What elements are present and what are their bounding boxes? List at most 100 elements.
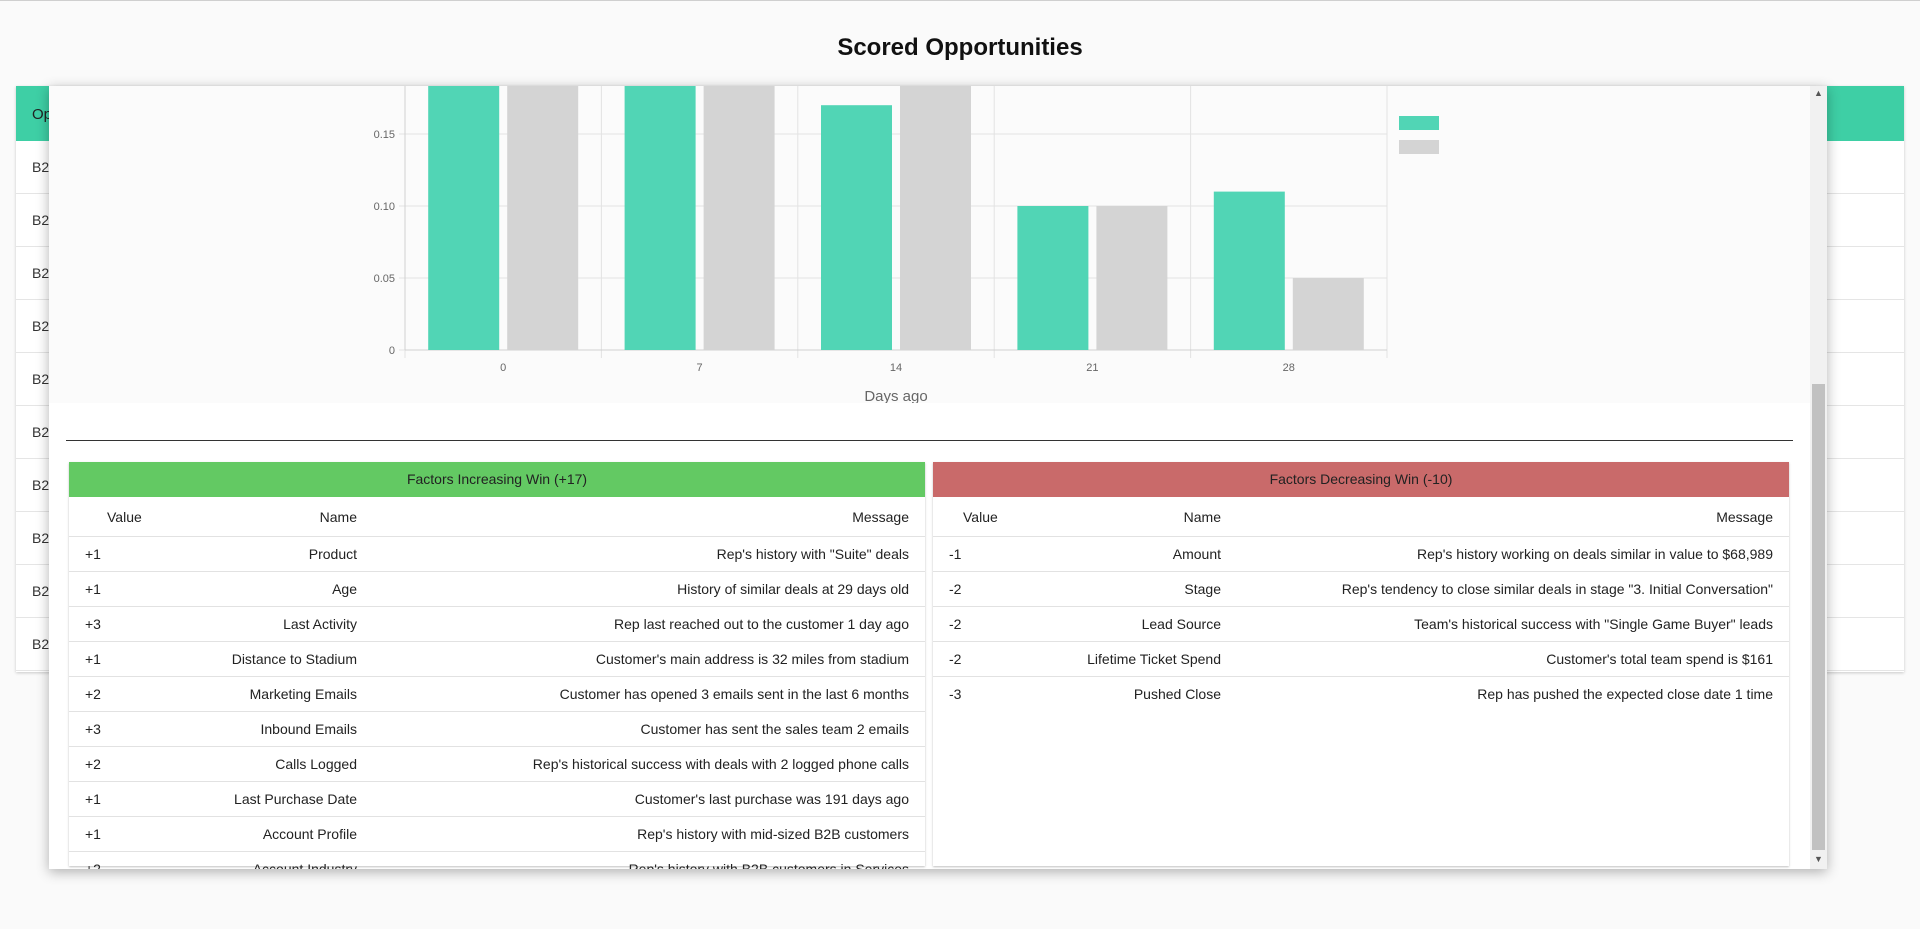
table-row: -2 Lead Source Team's historical success w… xyxy=(933,606,1789,642)
y-tick-label: 0 xyxy=(389,345,395,357)
column-header-value: Value xyxy=(963,508,998,525)
factors-increasing-table: Value Name Message +1 Product Rep's histor… xyxy=(69,497,925,869)
top-border xyxy=(0,0,1920,1)
x-axis-title: Days ago xyxy=(864,388,927,403)
opportunity-name: B2 xyxy=(32,371,50,387)
factor-value: -3 xyxy=(933,676,1010,711)
scroll-down-arrow-icon[interactable]: ▼ xyxy=(1814,854,1823,864)
opportunity-name: B2 xyxy=(32,318,50,334)
factor-value: -2 xyxy=(933,606,1010,642)
factor-name: Age xyxy=(146,571,358,607)
chart-bar xyxy=(703,86,775,350)
factor-name: Stage xyxy=(1010,571,1222,607)
chart-bar xyxy=(1213,191,1285,350)
factors-increasing-panel: Factors Increasing Win (+17) Value Name … xyxy=(69,462,925,869)
table-row: +1 Product Rep's history with "Suite" deal… xyxy=(69,536,925,572)
factors-decreasing-table: Value Name Message -1 Amount Rep's history… xyxy=(933,497,1789,711)
opportunity-name: B2 xyxy=(32,477,50,493)
factor-message: Team's historical success with "Single G… xyxy=(1222,606,1789,642)
table-row: -1 Amount Rep's history working on deals s… xyxy=(933,536,1789,572)
opportunity-name: B2 xyxy=(32,583,50,599)
x-tick-label: 21 xyxy=(1086,362,1098,374)
chart-bar xyxy=(428,86,500,350)
legend-swatch-series-1 xyxy=(1399,116,1439,130)
chart-bar xyxy=(900,86,971,350)
factor-message: Rep's history with "Suite" deals xyxy=(358,536,925,572)
factor-value: +1 xyxy=(69,641,146,677)
table-row: +1 Distance to Stadium Customer's main add… xyxy=(69,641,925,677)
opportunity-name: B2 xyxy=(32,636,50,652)
chart-bar xyxy=(1096,206,1168,350)
table-row: +1 Last Purchase Date Customer's last purc… xyxy=(69,781,925,817)
x-tick-label: 0 xyxy=(500,362,506,374)
win-probability-chart: 0 0.05 0.10 0.15 0 7 14 21 28 Days ago xyxy=(49,86,1810,403)
chart-bar xyxy=(624,86,696,350)
modal-scrollbar[interactable]: ▲ ▼ xyxy=(1810,86,1827,869)
table-row: +2 Calls Logged Rep's historical success w… xyxy=(69,746,925,782)
opportunity-name: B2 xyxy=(32,159,50,175)
factor-value: -1 xyxy=(933,536,1010,572)
column-header-value: Value xyxy=(107,508,142,525)
factor-value: +2 xyxy=(69,746,146,782)
table-row: -2 Stage Rep's tendency to close similar d… xyxy=(933,571,1789,607)
opportunity-name: B2 xyxy=(32,424,50,440)
table-row: -3 Pushed Close Rep has pushed the expecte… xyxy=(933,676,1789,711)
opportunity-name: B2 xyxy=(32,212,50,228)
chart-svg: 0 0.05 0.10 0.15 0 7 14 21 28 Days ago xyxy=(374,86,1388,403)
opportunity-name: B2 xyxy=(32,265,50,281)
chart-bar xyxy=(1017,206,1089,350)
column-header-message: Message xyxy=(1716,508,1773,525)
factor-name: Pushed Close xyxy=(1010,676,1222,711)
table-row: +2 Marketing Emails Customer has opened 3 … xyxy=(69,676,925,712)
table-row: +1 Account Profile Rep's history with mid-… xyxy=(69,816,925,852)
factor-message: Customer's last purchase was 191 days ag… xyxy=(358,781,925,817)
factor-value: +3 xyxy=(69,606,146,642)
factor-message: Rep's history with mid-sized B2B custome… xyxy=(358,816,925,852)
factor-message: Customer has opened 3 emails sent in the… xyxy=(358,676,925,712)
column-header-name: Name xyxy=(1183,508,1221,525)
table-row: -2 Lifetime Ticket Spend Customer's total … xyxy=(933,641,1789,677)
y-tick-label: 0.05 xyxy=(374,273,395,285)
table-row: +3 Inbound Emails Customer has sent the sa… xyxy=(69,711,925,747)
factor-name: Calls Logged xyxy=(146,746,358,782)
chart-bar xyxy=(1292,278,1364,350)
table-row: +1 Age History of similar deals at 29 days… xyxy=(69,571,925,607)
section-divider xyxy=(66,440,1793,441)
table-header-row: Value Name Message xyxy=(933,497,1789,537)
factor-message: Customer's total team spend is $161 xyxy=(1222,641,1789,677)
factor-name: Last Activity xyxy=(146,606,358,642)
opportunity-name: B2 xyxy=(32,530,50,546)
factor-value: +1 xyxy=(69,536,146,572)
factor-name: Last Purchase Date xyxy=(146,781,358,817)
factor-message: Rep's historical success with deals with… xyxy=(358,746,925,782)
factor-name: Account Industry xyxy=(146,851,358,869)
factor-value: -2 xyxy=(933,571,1010,607)
factor-value: +1 xyxy=(69,571,146,607)
factors-decreasing-panel: Factors Decreasing Win (-10) Value Name … xyxy=(933,462,1789,866)
column-header-name: Name xyxy=(319,508,357,525)
factor-message: History of similar deals at 29 days old xyxy=(358,571,925,607)
chart-bar xyxy=(821,105,892,350)
factor-message: Rep has pushed the expected close date 1… xyxy=(1222,676,1789,711)
factors-decreasing-title: Factors Decreasing Win (-10) xyxy=(933,462,1789,497)
scrollbar-thumb[interactable] xyxy=(1812,384,1825,850)
scroll-up-arrow-icon[interactable]: ▲ xyxy=(1814,88,1823,98)
table-row: +3 Last Activity Rep last reached out to t… xyxy=(69,606,925,642)
table-header-row: Value Name Message xyxy=(69,497,925,537)
factor-value: -2 xyxy=(933,641,1010,677)
factor-value: +1 xyxy=(69,816,146,852)
legend-swatch-series-2 xyxy=(1399,140,1439,154)
table-row: +2 Account Industry Rep's history with B2B… xyxy=(69,851,925,869)
factor-value: +2 xyxy=(69,851,146,869)
chart-bar xyxy=(507,86,579,350)
column-header-message: Message xyxy=(852,508,909,525)
factor-message: Customer has sent the sales team 2 email… xyxy=(358,711,925,747)
factor-value: +1 xyxy=(69,781,146,817)
factor-name: Lifetime Ticket Spend xyxy=(1010,641,1222,677)
x-tick-label: 28 xyxy=(1283,362,1295,374)
factor-name: Marketing Emails xyxy=(146,676,358,712)
factor-name: Lead Source xyxy=(1010,606,1222,642)
factor-name: Account Profile xyxy=(146,816,358,852)
factor-name: Inbound Emails xyxy=(146,711,358,747)
factor-value: +3 xyxy=(69,711,146,747)
